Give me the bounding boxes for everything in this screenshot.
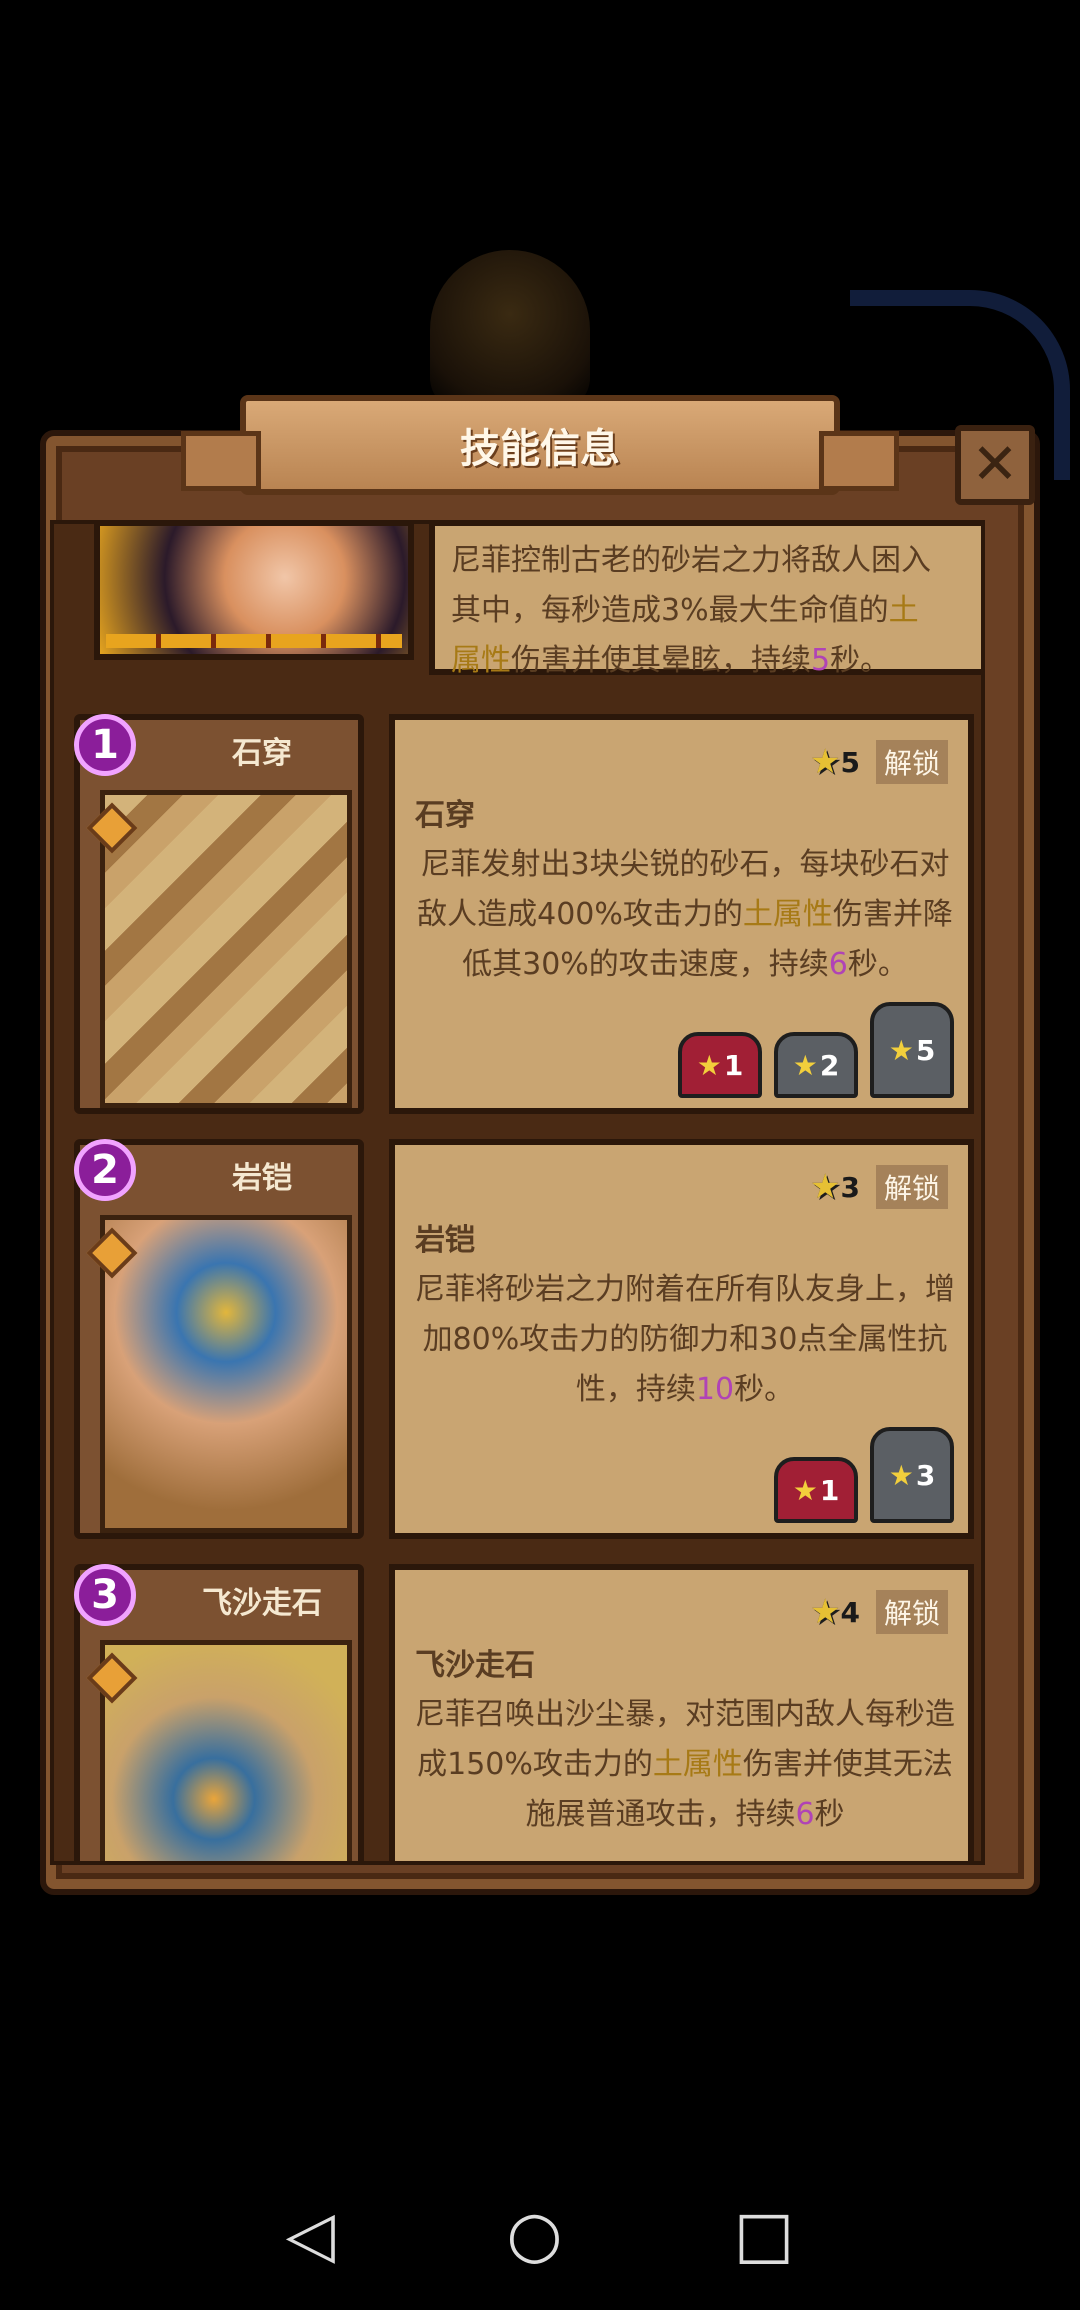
level-badge-unlocked: ★ 1: [678, 1032, 762, 1098]
star-icon: ★: [810, 1592, 841, 1632]
skill-levels: ★ 1 ★ 3: [774, 1427, 954, 1523]
skill-art-2: [100, 1215, 352, 1533]
skill-desc-2: ★ 3 解锁 岩铠 尼菲将砂岩之力附着在所有队友身上，增加80%攻击力的防御力和3…: [389, 1139, 974, 1539]
passive-skill-text: 尼菲控制古老的砂岩之力将敌人困入 其中，每秒造成3%最大生命值的土 属性伤害并使…: [451, 543, 931, 678]
level-badge-locked: ★ 2: [774, 1032, 858, 1098]
unlock-requirement: ★ 5 解锁: [810, 740, 948, 784]
skill-row-3[interactable]: 飞沙走石 3 ★ 4 解锁 飞沙走石 尼菲召唤出沙尘暴，对范围内敌人每秒造成150…: [74, 1564, 974, 1861]
star-requirement: ★ 4: [810, 1592, 860, 1632]
skill-levels: ★ 1 ★ 2 ★ 5: [678, 1002, 954, 1098]
level-badge-locked: ★ 5: [870, 1002, 954, 1098]
star-icon: ★: [810, 742, 841, 782]
star-requirement: ★ 3: [810, 1167, 860, 1207]
skill-name: 岩铠: [232, 1161, 292, 1196]
skill-art-3: [100, 1640, 352, 1861]
title-banner: 技能信息: [181, 395, 899, 495]
skill-number-badge: 1: [74, 714, 136, 776]
star-icon: ★: [810, 1167, 841, 1207]
skill-card-3[interactable]: 飞沙走石 3: [74, 1564, 364, 1861]
hero-portrait: [94, 524, 414, 660]
star-icon: ★: [792, 1473, 818, 1507]
skill-number-badge: 2: [74, 1139, 136, 1201]
skill-card-2[interactable]: 岩铠 2: [74, 1139, 364, 1539]
close-icon: ✕: [971, 432, 1019, 497]
unlock-requirement: ★ 3 解锁: [810, 1165, 948, 1209]
star-icon: ★: [888, 1458, 914, 1492]
hero-stars-bar: [106, 634, 402, 648]
skill-row-1[interactable]: 石穿 1 ★ 5 解锁 石穿 尼菲发射出3块尖锐的砂石，每块砂石对敌人造成400%…: [74, 714, 974, 1114]
skill-title: 岩铠: [415, 1223, 475, 1258]
skill-title: 飞沙走石: [415, 1648, 535, 1683]
unlock-requirement: ★ 4 解锁: [810, 1590, 948, 1634]
skill-list[interactable]: 尼菲控制古老的砂岩之力将敌人困入 其中，每秒造成3%最大生命值的土 属性伤害并使…: [50, 520, 985, 1865]
close-button[interactable]: ✕: [955, 425, 1035, 505]
star-requirement: ★ 5: [810, 742, 860, 782]
skill-desc-3: ★ 4 解锁 飞沙走石 尼菲召唤出沙尘暴，对范围内敌人每秒造成150%攻击力的土属…: [389, 1564, 974, 1861]
passive-skill-desc: 尼菲控制古老的砂岩之力将敌人困入 其中，每秒造成3%最大生命值的土 属性伤害并使…: [429, 524, 981, 678]
skill-text: 尼菲召唤出沙尘暴，对范围内敌人每秒造成150%攻击力的土属性伤害并使其无法施展普…: [415, 1697, 955, 1832]
skill-art-1: [100, 790, 352, 1108]
skill-name: 飞沙走石: [202, 1586, 322, 1621]
level-badge-unlocked: ★ 1: [774, 1457, 858, 1523]
unlock-label: 解锁: [875, 740, 948, 784]
skill-number-badge: 3: [74, 1564, 136, 1626]
system-nav-bar: ◁ ○ □: [0, 2160, 1080, 2310]
skill-desc-1: ★ 5 解锁 石穿 尼菲发射出3块尖锐的砂石，每块砂石对敌人造成400%攻击力的土…: [389, 714, 974, 1114]
skill-row-2[interactable]: 岩铠 2 ★ 3 解锁 岩铠 尼菲将砂岩之力附着在所有队友身上，增加80%攻击力的…: [74, 1139, 974, 1539]
skill-title: 石穿: [415, 798, 475, 833]
unlock-label: 解锁: [875, 1590, 948, 1634]
panel-title: 技能信息: [460, 426, 620, 472]
back-icon[interactable]: ◁: [286, 2198, 335, 2272]
home-icon[interactable]: ○: [506, 2198, 562, 2272]
level-badge-locked: ★ 3: [870, 1427, 954, 1523]
recents-icon[interactable]: □: [734, 2198, 794, 2272]
skill-text: 尼菲发射出3块尖锐的砂石，每块砂石对敌人造成400%攻击力的土属性伤害并降低其3…: [417, 847, 953, 982]
skill-name: 石穿: [232, 736, 292, 771]
skill-card-1[interactable]: 石穿 1: [74, 714, 364, 1114]
skill-text: 尼菲将砂岩之力附着在所有队友身上，增加80%攻击力的防御力和30点全属性抗性，持…: [415, 1272, 955, 1407]
star-icon: ★: [888, 1033, 914, 1067]
star-icon: ★: [696, 1048, 722, 1082]
cobra-silhouette: [430, 250, 590, 410]
star-icon: ★: [792, 1048, 818, 1082]
unlock-label: 解锁: [875, 1165, 948, 1209]
